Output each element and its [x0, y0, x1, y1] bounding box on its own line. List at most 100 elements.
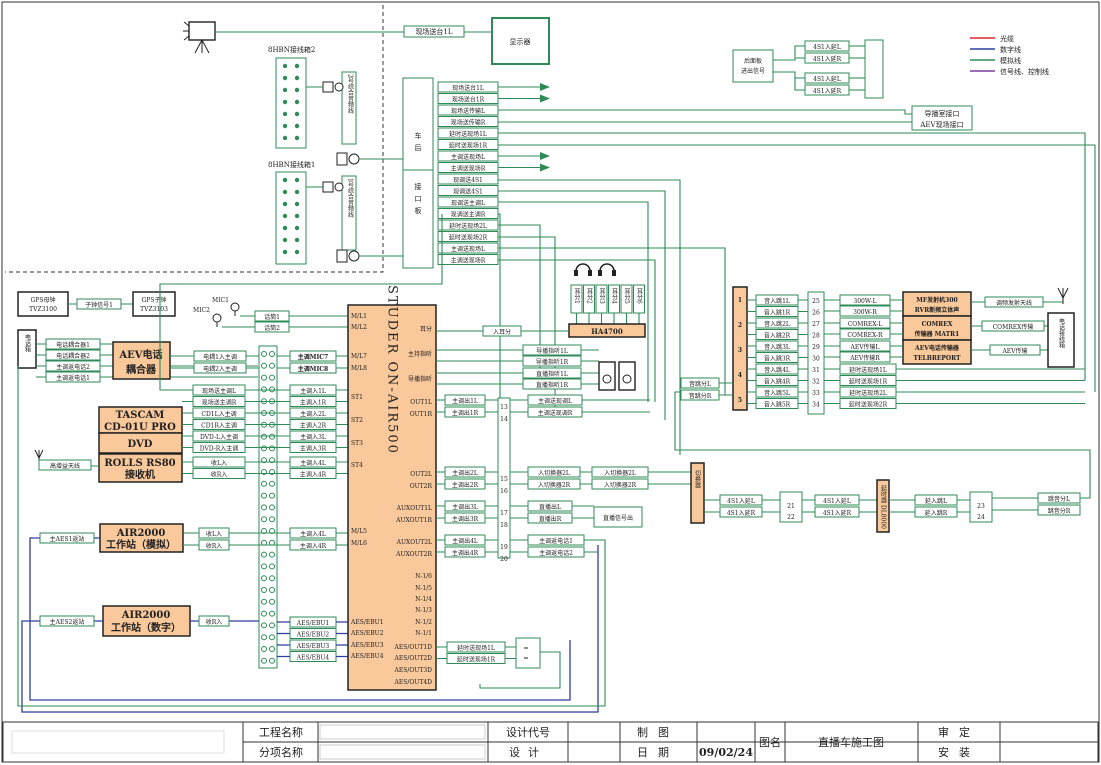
tx-row-5: AEV传输R: [849, 354, 880, 362]
tb-review: 审定: [938, 725, 980, 739]
rear-row-1: 4S1入延R: [813, 55, 842, 63]
aevtx-1: AEV电话传输器: [914, 344, 960, 352]
dist-num-3: 4: [738, 372, 742, 379]
aes1-return-label: 主AES1返站: [50, 535, 85, 543]
sw-in2-1: 入切换器2R: [604, 481, 637, 489]
jack: [269, 386, 275, 393]
hp-in-label: 入耳分: [493, 328, 511, 336]
studer-in-2: M/L7: [351, 353, 367, 360]
source-row-5: DVD-R入主调: [200, 445, 239, 453]
patch-num: 13: [500, 404, 508, 411]
sub-signal: 子钟信号1: [85, 301, 113, 309]
delay-row-0: 延时送现场1L: [849, 366, 887, 374]
delay-out-0: 延时送现场1L: [457, 644, 495, 652]
jack: [269, 587, 275, 593]
jack: [261, 610, 267, 617]
hp-label-4: 耳分5: [623, 288, 630, 304]
jack: [261, 374, 267, 381]
tx-row-4: AEV传输L: [849, 343, 879, 351]
monitor-cable: 现场送台1L: [415, 27, 452, 36]
sw-in-1: 入切换器2R: [538, 481, 571, 489]
mic2-cable-label: 话筒2: [264, 324, 280, 332]
terminal: [294, 75, 300, 81]
arrow-icon: [540, 94, 550, 103]
air1-r1-label: 收L入: [206, 530, 222, 538]
aes-rows: AES/EBU1 AES/EBU2 AES/EBU3 AES/EBU4: [277, 616, 348, 662]
arrow-icon: [540, 163, 550, 172]
studer-in-9: M/L6: [351, 540, 367, 547]
patch-num: 21: [787, 503, 795, 510]
aev-out-2-label: 电耦2入主调: [203, 365, 237, 373]
aev-out-1-label: 电耦1入主调: [203, 353, 237, 361]
dist-row-5: 音入跳3R: [764, 355, 791, 363]
terminal: [294, 123, 300, 129]
jack: [261, 492, 267, 499]
delay-row-2: 延时送现场2L: [849, 389, 887, 397]
jack: [261, 386, 267, 393]
mic2-label: MIC2: [193, 307, 210, 314]
dist-num2-2: 27: [812, 321, 820, 328]
dist-out-1: 跳音分R: [1048, 507, 1071, 515]
panel-row-11: 现调送主调R: [451, 211, 486, 219]
rolls-1: ROLLS RS80: [104, 458, 175, 469]
panel-row-4: 延时送现场1L: [449, 130, 487, 138]
mic1-cable-label: 话筒1: [264, 313, 280, 321]
terminal: [294, 135, 300, 141]
aes-row-3: AES/EBU4: [296, 655, 330, 662]
jack: [261, 622, 267, 629]
source-main-2: 主调入2L: [300, 410, 326, 418]
dist-in-1: 音跳分L: [689, 380, 711, 388]
tel-box-label: 电话接线箱: [1058, 317, 1065, 349]
dist-row-0: 音入跳1L: [764, 297, 790, 305]
jack: [269, 563, 275, 570]
tx-row-0: 300W-L: [853, 298, 876, 305]
studer-in-11: AES/EBU2: [350, 630, 384, 637]
panel-row-5: 延时送现场1R: [449, 142, 488, 150]
panel-row-0: 现场送台1L: [452, 84, 484, 92]
phone-ret-0: 主调返电话1: [539, 537, 573, 545]
out-4: 主调出3L: [452, 503, 478, 511]
dist-num2-3: 28: [812, 333, 820, 340]
delay-out-1: 延时送现场1R: [457, 656, 496, 664]
hp-label-2: 耳分3: [598, 288, 605, 304]
studer-out-2: 导播指听: [408, 375, 432, 383]
studer-in-13: AES/EBU4: [350, 653, 384, 660]
studer-out-17: AES/OUT1D: [394, 644, 433, 651]
jack: [269, 480, 275, 487]
jack: [261, 362, 267, 369]
out-1: 主调出1R: [452, 409, 479, 417]
source-row-0: 现场送主调L: [202, 387, 236, 395]
legend-analog: 模拟线: [1000, 56, 1021, 65]
studer-in-4: ST1: [351, 394, 363, 401]
tb-sub: 分项名称: [259, 745, 303, 759]
dist-num2-4: 29: [812, 344, 820, 351]
jack: [261, 587, 267, 593]
comrex-1: COMREX: [922, 321, 953, 328]
phone-row-0: 电话耦合器1: [56, 341, 90, 349]
source-row-6: 收L入: [211, 459, 227, 467]
jack: [269, 634, 275, 641]
gps-child: GPS子钟: [142, 296, 167, 304]
sw-out-0: 4S1入延L: [727, 497, 755, 505]
source-row-1: 现场送主调R: [202, 399, 237, 407]
studer-out-7: AUXOUT1L: [396, 505, 432, 512]
gps-mother-model: TVZ3100: [29, 306, 57, 313]
source-row-2: CD1L入主调: [201, 410, 236, 418]
patch-num: 20: [500, 556, 508, 563]
camera-icon: [183, 21, 216, 54]
guide-label-1: 导播室接口: [925, 109, 960, 118]
panel-row-2: 现场送传输L: [451, 107, 485, 115]
legend-fiber: 光缆: [1000, 34, 1014, 43]
air1-m2-label: 主调入4R: [300, 542, 327, 550]
gps-child-model: TVZ3103: [140, 306, 168, 313]
terminal: [294, 213, 300, 219]
studer-out-20: AES/OUT4D: [394, 679, 433, 686]
jack: [269, 504, 275, 511]
studer-out-13: N-1/4: [415, 596, 432, 603]
studer-out-5: OUT2L: [410, 471, 432, 478]
terminal: [282, 63, 288, 69]
phone-row-3: 主调返电话1: [56, 374, 90, 382]
dist-num2-6: 31: [812, 367, 820, 374]
studer-in-12: AES/EBU3: [350, 642, 384, 649]
delay-out-rows: 延时送现场1L 延时送现场1R: [436, 641, 561, 689]
